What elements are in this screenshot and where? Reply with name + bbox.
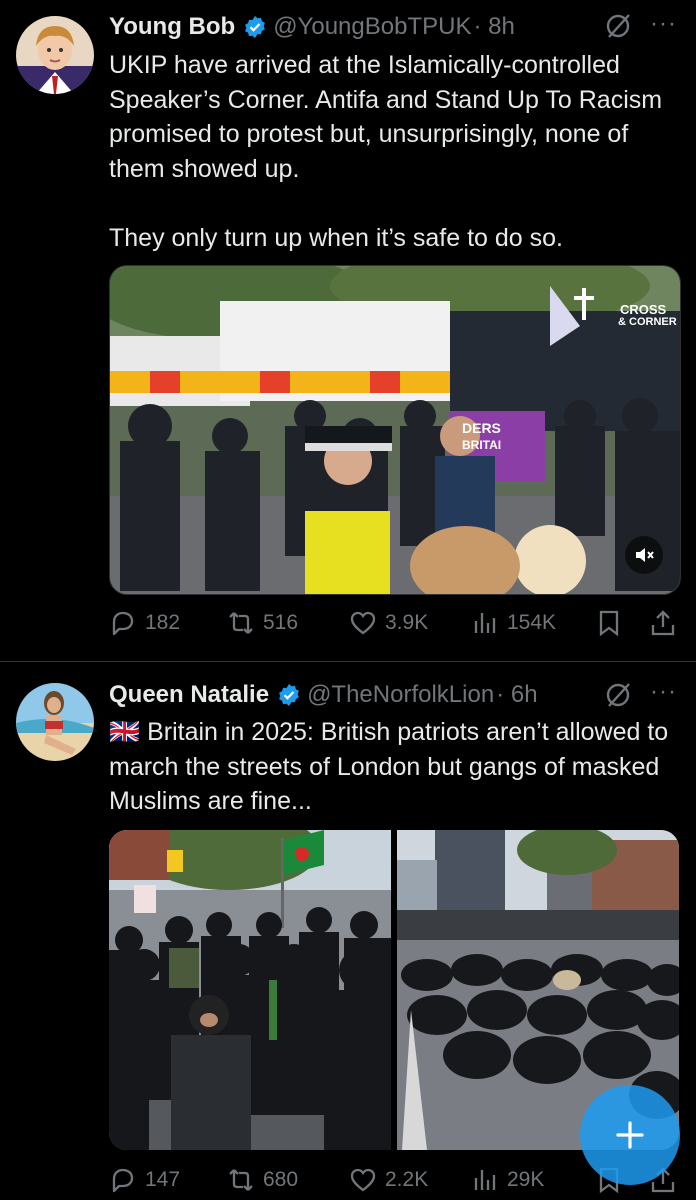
repost-icon — [229, 612, 253, 634]
tweet-actions: 182 516 3.9K 154K — [109, 603, 679, 643]
watermark-brand-bottom: & CORNER — [618, 316, 677, 328]
repost-button[interactable]: 680 — [227, 1166, 298, 1194]
plus-icon — [616, 1121, 644, 1149]
reply-icon — [112, 1168, 134, 1193]
reply-icon — [112, 611, 134, 636]
banner-text-line1: DERS — [462, 420, 501, 436]
tweet-text: 🇬🇧 Britain in 2025: British patriots are… — [109, 718, 676, 815]
like-count: 2.2K — [385, 1168, 429, 1191]
share-icon[interactable] — [649, 609, 677, 637]
user-handle[interactable]: @YoungBobTPUK — [273, 13, 471, 41]
avatar[interactable] — [16, 16, 94, 94]
more-options-icon[interactable]: ··· — [650, 10, 677, 38]
verified-badge-icon — [279, 684, 299, 706]
display-name[interactable]: Young Bob — [109, 13, 235, 41]
views-count: 154K — [507, 611, 557, 634]
tweet-header: Queen Natalie @TheNorfolkLion · 6h — [109, 675, 538, 715]
reply-button[interactable]: 182 — [109, 609, 180, 637]
like-button[interactable]: 2.2K — [349, 1166, 428, 1194]
timestamp[interactable]: · 6h — [496, 681, 537, 709]
like-count: 3.9K — [385, 611, 429, 634]
tweet-text: UKIP have arrived at the Islamically-con… — [109, 51, 663, 252]
reply-count: 147 — [145, 1168, 181, 1191]
heart-icon — [350, 611, 376, 635]
grok-icon[interactable] — [604, 12, 632, 40]
verified-badge-icon — [245, 16, 266, 38]
muted-speaker-icon — [636, 548, 654, 562]
repost-count: 680 — [263, 1168, 299, 1191]
repost-button[interactable]: 516 — [227, 609, 298, 637]
tweet-header: Young Bob @YoungBobTPUK · 8h — [109, 7, 515, 47]
tweet-photo-1[interactable] — [109, 830, 391, 1150]
tweet-video[interactable]: CROSS & CORNER DERS BRITAI — [109, 265, 681, 595]
compose-button[interactable] — [580, 1085, 680, 1185]
like-button[interactable]: 3.9K — [349, 609, 428, 637]
mute-button[interactable] — [625, 536, 663, 574]
tweet-divider — [0, 661, 696, 662]
display-name[interactable]: Queen Natalie — [109, 681, 269, 709]
user-handle[interactable]: @TheNorfolkLion — [307, 681, 494, 709]
bookmark-icon[interactable] — [595, 609, 623, 637]
reply-count: 182 — [145, 611, 181, 634]
timestamp[interactable]: · 8h — [473, 13, 514, 41]
watermark-brand-top: CROSS — [620, 302, 667, 317]
views-chart-icon — [474, 613, 496, 633]
grok-icon[interactable] — [604, 681, 632, 709]
reply-button[interactable]: 147 — [109, 1166, 180, 1194]
repost-icon — [229, 1169, 253, 1191]
repost-count: 516 — [263, 611, 299, 634]
views-button[interactable]: 154K — [471, 609, 556, 637]
views-count: 29K — [507, 1168, 545, 1191]
views-chart-icon — [474, 1170, 496, 1190]
views-button[interactable]: 29K — [471, 1166, 544, 1194]
more-options-icon[interactable]: ··· — [650, 678, 677, 706]
heart-icon — [350, 1168, 376, 1192]
avatar[interactable] — [16, 683, 94, 761]
banner-text-line2: BRITAI — [462, 438, 502, 452]
